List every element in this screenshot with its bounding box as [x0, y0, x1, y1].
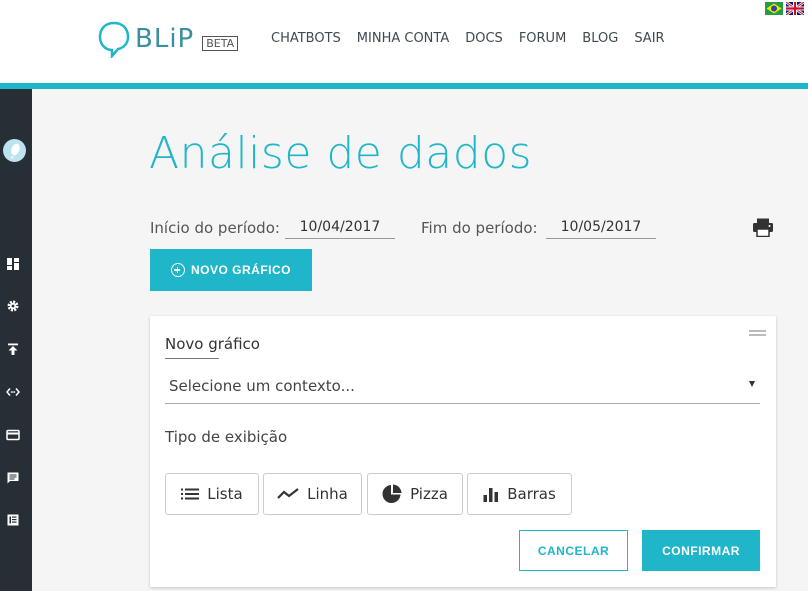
uk-flag-icon[interactable] [786, 2, 804, 15]
new-chart-card: Novo gráfico Selecione um contexto... Ti… [150, 316, 776, 587]
main-nav: CHATBOTS MINHA CONTA DOCS FORUM BLOG SAI… [271, 31, 681, 46]
display-type-list-label: Lista [207, 485, 243, 503]
display-type-line-label: Linha [307, 485, 348, 503]
upload-icon[interactable] [6, 342, 20, 356]
line-chart-icon [277, 488, 299, 499]
dropdown-arrow-icon [749, 381, 755, 387]
display-type-label: Tipo de exibição [165, 428, 288, 446]
pie-chart-icon [382, 484, 402, 503]
display-type-bars-button[interactable]: Barras [467, 473, 572, 515]
drag-handle-icon[interactable] [749, 330, 766, 336]
context-select-value: Selecione um contexto... [169, 377, 355, 395]
new-chart-button[interactable]: NOVO GRÁFICO [150, 249, 312, 291]
beta-badge: BETA [202, 35, 239, 51]
display-type-pie-label: Pizza [410, 485, 448, 503]
period-end-input[interactable]: 10/05/2017 [546, 217, 656, 239]
display-type-list-button[interactable]: Lista [165, 473, 259, 515]
list-icon [181, 488, 200, 500]
gear-icon[interactable] [6, 299, 20, 313]
new-chart-label: NOVO GRÁFICO [190, 263, 291, 277]
nav-blog[interactable]: BLOG [582, 31, 618, 46]
nav-docs[interactable]: DOCS [465, 31, 503, 46]
nav-forum[interactable]: FORUM [519, 31, 566, 46]
nav-sair[interactable]: SAIR [634, 31, 664, 46]
language-flags [765, 2, 804, 15]
sidebar [0, 89, 32, 591]
chat-icon[interactable] [6, 471, 20, 485]
display-type-pie-button[interactable]: Pizza [367, 473, 463, 515]
brazil-flag-icon[interactable] [765, 2, 783, 15]
cancel-button[interactable]: CANCELAR [519, 530, 628, 571]
avatar-bot-icon [11, 143, 20, 159]
card-icon[interactable] [6, 428, 20, 442]
print-icon[interactable] [752, 218, 774, 237]
logo-text: BLiP [135, 24, 195, 54]
avatar[interactable] [3, 139, 26, 162]
context-select[interactable]: Selecione um contexto... [165, 374, 760, 404]
period-start-input[interactable]: 10/04/2017 [285, 217, 395, 239]
nav-chatbots[interactable]: CHATBOTS [271, 31, 341, 46]
card-title: Novo gráfico [165, 335, 260, 359]
bar-chart-icon [483, 488, 499, 502]
display-type-bars-label: Barras [507, 485, 556, 503]
blip-logo[interactable]: BLiP BETA [97, 20, 239, 58]
code-icon[interactable] [6, 385, 20, 399]
top-header: BLiP BETA CHATBOTS MINHA CONTA DOCS FORU… [0, 0, 808, 83]
dashboard-icon[interactable] [6, 257, 20, 271]
confirm-button[interactable]: CONFIRMAR [642, 530, 760, 571]
header-accent-stripe [0, 83, 808, 89]
display-type-line-button[interactable]: Linha [263, 473, 362, 515]
page-title: Análise de dados [149, 128, 533, 179]
add-circle-icon [170, 263, 185, 277]
period-end-label: Fim do período: [421, 219, 538, 237]
logo-bubble-icon [98, 21, 130, 58]
book-icon[interactable] [6, 513, 20, 527]
period-start-label: Início do período: [150, 219, 280, 237]
nav-minha-conta[interactable]: MINHA CONTA [357, 31, 449, 46]
